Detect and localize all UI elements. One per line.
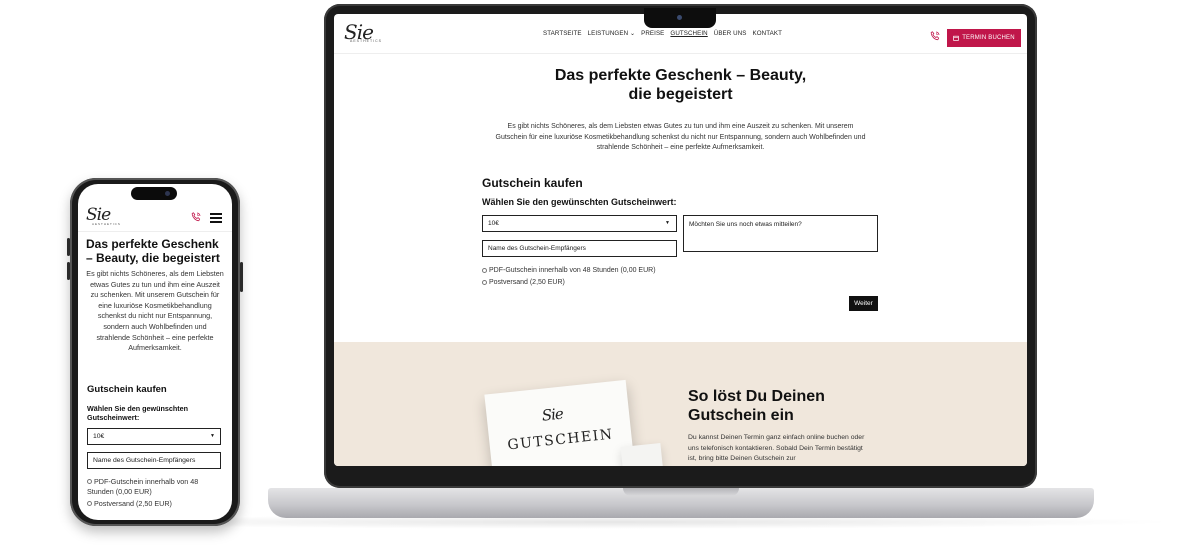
page-title-line2: die begeistert bbox=[628, 86, 733, 103]
nav-item-startseite[interactable]: STARTSEITE bbox=[543, 30, 582, 37]
voucher-envelope-image bbox=[620, 442, 664, 466]
nav-item-ueber-uns[interactable]: ÜBER UNS bbox=[714, 30, 747, 37]
nav-item-preise[interactable]: PREISE bbox=[641, 30, 664, 37]
voucher-value-selected: 10€ bbox=[488, 220, 499, 227]
option-post-label: Postversand (2,50 EUR) bbox=[489, 279, 565, 286]
voucher-value-select[interactable]: 10€ ▼ bbox=[87, 428, 221, 445]
voucher-value-selected: 10€ bbox=[93, 433, 105, 440]
book-appointment-button[interactable]: TERMIN BUCHEN bbox=[947, 29, 1021, 47]
book-appointment-label: TERMIN BUCHEN bbox=[962, 35, 1015, 41]
voucher-value-select[interactable]: 10€ ▼ bbox=[482, 215, 677, 232]
next-button[interactable]: Weiter bbox=[849, 296, 878, 311]
option-pdf-radio[interactable]: PDF-Gutschein innerhalb von 48 Stunden (… bbox=[482, 267, 656, 274]
redeem-text: Du kannst Deinen Termin ganz einfach onl… bbox=[688, 434, 865, 462]
redeem-heading: So löst Du Deinen Gutschein ein bbox=[688, 387, 825, 425]
mobile-navbar: Sie AESTHETICS bbox=[78, 202, 232, 232]
logo-subtitle: AESTHETICS bbox=[350, 39, 382, 43]
volume-down-button bbox=[67, 262, 70, 280]
laptop-base-notch bbox=[623, 488, 739, 496]
smartphone: Sie AESTHETICS Das perfekte Geschenk – B… bbox=[67, 178, 243, 526]
card-voucher-text: GUTSCHEIN bbox=[506, 426, 615, 454]
logo-subtitle: AESTHETICS bbox=[92, 222, 121, 226]
option-pdf-label: PDF-Gutschein innerhalb von 48 Stunden (… bbox=[87, 477, 199, 496]
camera-icon bbox=[677, 15, 682, 20]
laptop-camera-notch bbox=[644, 8, 716, 28]
message-textarea[interactable]: Möchten Sie uns noch etwas mitteilen? bbox=[683, 215, 878, 252]
hamburger-menu-icon[interactable] bbox=[210, 213, 222, 223]
phone-icon[interactable] bbox=[929, 30, 941, 42]
voucher-form-heading: Gutschein kaufen bbox=[482, 176, 583, 190]
radio-icon bbox=[482, 268, 487, 273]
page-title: Das perfekte Geschenk – Beauty, die bege… bbox=[334, 66, 1027, 104]
main-menu: STARTSEITE LEISTUNGEN ⌄ PREISE GUTSCHEIN… bbox=[543, 30, 782, 37]
radio-icon bbox=[482, 280, 487, 285]
site-logo[interactable]: Sie AESTHETICS bbox=[86, 206, 121, 226]
voucher-form-heading: Gutschein kaufen bbox=[87, 384, 167, 395]
dynamic-island bbox=[131, 187, 177, 200]
device-mockup-stage: Sie AESTHETICS STARTSEITE LEISTUNGEN ⌄ P… bbox=[0, 0, 1200, 550]
chevron-down-icon: ▼ bbox=[210, 433, 215, 439]
radio-icon bbox=[87, 479, 92, 484]
option-pdf-label: PDF-Gutschein innerhalb von 48 Stunden (… bbox=[489, 267, 656, 274]
redeem-heading-line1: So löst Du Deinen bbox=[688, 388, 825, 405]
voucher-card-image: Sie GUTSCHEIN bbox=[484, 379, 636, 466]
nav-item-kontakt[interactable]: KONTAKT bbox=[753, 30, 782, 37]
chevron-down-icon: ⌄ bbox=[629, 31, 636, 37]
option-post-label: Postversand (2,50 EUR) bbox=[94, 499, 172, 508]
chevron-down-icon: ▼ bbox=[665, 220, 670, 226]
card-logo: Sie bbox=[541, 405, 564, 425]
intro-text: Es gibt nichts Schöneres, als dem Liebst… bbox=[86, 269, 224, 353]
phone-icon[interactable] bbox=[190, 211, 202, 223]
laptop-screen: Sie AESTHETICS STARTSEITE LEISTUNGEN ⌄ P… bbox=[334, 14, 1027, 466]
volume-up-button bbox=[67, 238, 70, 256]
redeem-section: Sie GUTSCHEIN So löst Du Deinen Gutschei… bbox=[334, 342, 1027, 466]
phone-screen: Sie AESTHETICS Das perfekte Geschenk – B… bbox=[78, 184, 232, 520]
recipient-name-input[interactable]: Name des Gutschein-Empfängers bbox=[482, 240, 677, 257]
page-title: Das perfekte Geschenk – Beauty, die bege… bbox=[86, 237, 220, 265]
nav-item-leistungen-label: LEISTUNGEN bbox=[587, 30, 629, 37]
option-post-radio[interactable]: Postversand (2,50 EUR) bbox=[482, 279, 565, 286]
redeem-heading-line2: Gutschein ein bbox=[688, 407, 794, 424]
recipient-name-input[interactable]: Name des Gutschein-Empfängers bbox=[87, 452, 221, 469]
laptop-base bbox=[268, 488, 1094, 518]
calendar-icon bbox=[953, 35, 959, 41]
voucher-value-label: Wählen Sie den gewünschten Gutscheinwert… bbox=[482, 197, 677, 207]
card-logo-script: Sie bbox=[540, 404, 564, 425]
camera-icon bbox=[165, 191, 170, 196]
site-logo[interactable]: Sie AESTHETICS bbox=[344, 22, 384, 51]
intro-text: Es gibt nichts Schöneres, als dem Liebst… bbox=[495, 123, 866, 151]
radio-icon bbox=[87, 501, 92, 506]
nav-item-gutschein[interactable]: GUTSCHEIN bbox=[670, 30, 707, 37]
nav-item-leistungen[interactable]: LEISTUNGEN ⌄ bbox=[588, 30, 636, 37]
option-pdf-radio[interactable]: PDF-Gutschein innerhalb von 48 Stunden (… bbox=[87, 477, 221, 496]
power-button bbox=[240, 262, 243, 292]
voucher-value-label: Wählen Sie den gewünschten Gutscheinwert… bbox=[87, 404, 189, 422]
laptop-lid: Sie AESTHETICS STARTSEITE LEISTUNGEN ⌄ P… bbox=[324, 4, 1037, 488]
page-title-line1: Das perfekte Geschenk – Beauty, bbox=[554, 67, 807, 84]
option-post-radio[interactable]: Postversand (2,50 EUR) bbox=[87, 499, 221, 509]
